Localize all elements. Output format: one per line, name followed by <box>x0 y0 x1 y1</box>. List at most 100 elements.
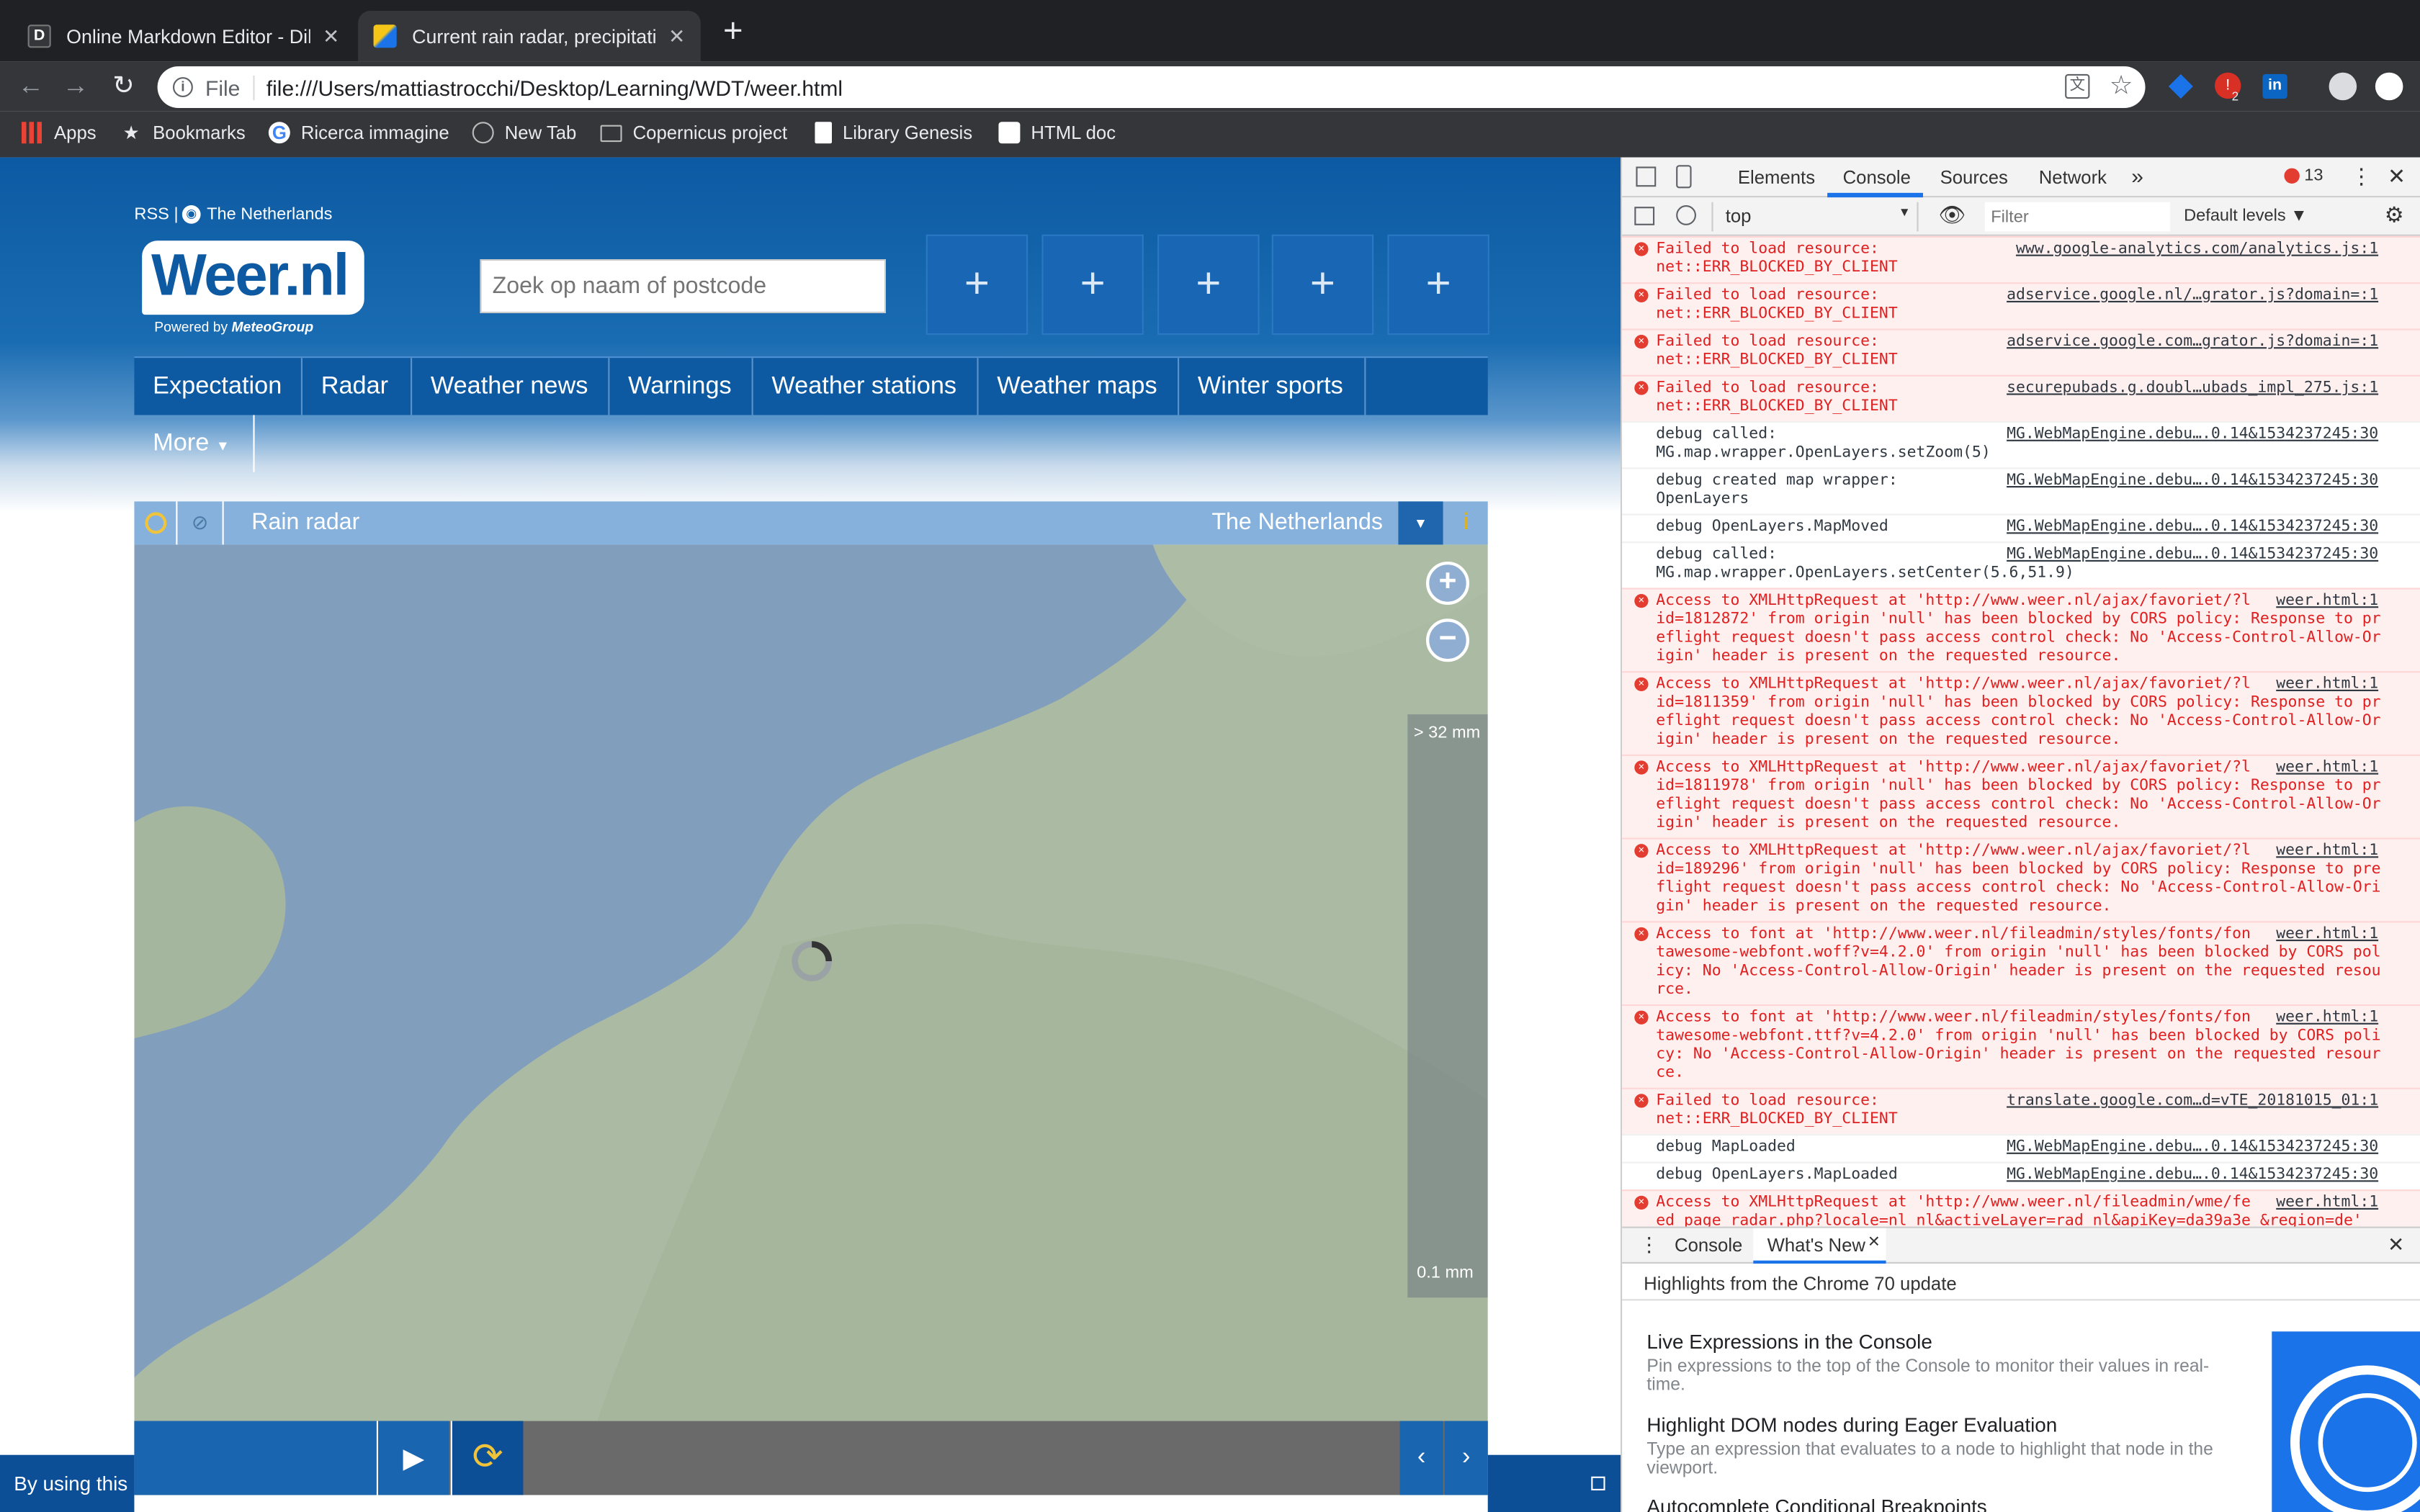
devtools-tab-network[interactable]: Network <box>2039 166 2107 188</box>
console-error-message[interactable]: × Access to XMLHttpRequest at 'http://www… <box>1622 754 2420 838</box>
location-search-input[interactable] <box>480 259 886 313</box>
bookmark-ricerca-immagine[interactable]: G Ricerca immagine <box>268 120 449 145</box>
console-source-link[interactable]: MG.WebMapEngine.debu….0.14&1534237245:30 <box>2007 426 2379 445</box>
close-devtools-icon[interactable]: ✕ <box>2388 163 2406 189</box>
console-source-link[interactable]: weer.html:1 <box>2276 592 2379 611</box>
weer-logo[interactable]: Weer.nl <box>142 240 364 315</box>
console-debug-message[interactable]: debug created map wrapper: OpenLayers MG.… <box>1622 467 2420 514</box>
console-source-link[interactable]: MG.WebMapEngine.debu….0.14&1534237245:30 <box>2007 546 2379 565</box>
console-source-link[interactable]: adservice.google.nl/…grator.js?domain=:1 <box>2007 287 2379 306</box>
tab-close-icon[interactable]: ✕ <box>323 24 339 48</box>
tab-rain-radar[interactable]: Current rain radar, precipitation ✕ <box>358 11 701 62</box>
console-error-message[interactable]: × Failed to load resource: net::ERR_BLOCK… <box>1622 235 2420 283</box>
close-drawer-icon[interactable]: ✕ <box>2388 1233 2404 1257</box>
console-source-link[interactable]: MG.WebMapEngine.debu….0.14&1534237245:30 <box>2007 518 2379 537</box>
console-settings-gear-icon[interactable]: ⚙ <box>2385 202 2404 228</box>
region-dropdown-button[interactable]: ▼ <box>1398 501 1443 545</box>
clear-console-icon[interactable] <box>1676 205 1696 225</box>
forward-icon[interactable]: → <box>58 71 92 102</box>
log-levels-select[interactable]: Default levels ▼ <box>2184 207 2307 225</box>
console-source-link[interactable]: weer.html:1 <box>2276 842 2379 861</box>
console-error-message[interactable]: × Access to font at 'http://www.weer.nl/f… <box>1622 921 2420 1004</box>
console-debug-message[interactable]: debug called: MG.map.wrapper.OpenLayers.… <box>1622 541 2420 588</box>
console-debug-message[interactable]: debug MapLoaded MG.WebMapEngine.debu….0.1… <box>1622 1134 2420 1162</box>
favorite-add-button[interactable]: + <box>1041 234 1144 335</box>
console-error-message[interactable]: × Access to font at 'http://www.weer.nl/f… <box>1622 1004 2420 1088</box>
bookmark-apps[interactable]: Apps <box>22 120 97 145</box>
bookmark-new-tab[interactable]: New Tab <box>472 120 576 145</box>
omnibox[interactable]: i File file:///Users/mattiastrocchi/Desk… <box>157 66 2146 108</box>
console-error-message[interactable]: × Access to XMLHttpRequest at 'http://www… <box>1622 837 2420 922</box>
console-source-link[interactable]: weer.html:1 <box>2276 759 2379 778</box>
console-source-link[interactable]: www.google-analytics.com/analytics.js:1 <box>2015 240 2379 259</box>
bookmark-library-genesis[interactable]: Library Genesis <box>815 120 972 145</box>
favorite-add-button[interactable]: + <box>926 234 1028 335</box>
nav-radar[interactable]: Radar <box>302 358 413 415</box>
bookmark-html-doc[interactable]: HTML doc <box>998 120 1116 145</box>
console-source-link[interactable]: weer.html:1 <box>2276 1009 2379 1028</box>
inspect-icon[interactable] <box>1636 166 1657 187</box>
prev-frame-button[interactable]: ‹ <box>1399 1421 1443 1495</box>
region-link[interactable]: The Netherlands <box>207 205 332 224</box>
info-icon[interactable]: i <box>173 77 193 97</box>
radar-map[interactable]: + − > 32 mm 0.1 mm <box>134 544 1488 1421</box>
address-url[interactable]: file:///Users/mattiastrocchi/Desktop/Lea… <box>266 75 843 99</box>
console-debug-message[interactable]: debug OpenLayers.MapLoaded MG.WebMapEngin… <box>1622 1161 2420 1190</box>
bookmark-bookmarks[interactable]: ★ Bookmarks <box>120 120 246 145</box>
console-error-message[interactable]: × Failed to load resource: net::ERR_BLOCK… <box>1622 282 2420 329</box>
console-source-link[interactable]: weer.html:1 <box>2276 925 2379 945</box>
bookmark-star-icon[interactable]: ☆ <box>2110 71 2133 102</box>
tab-close-icon[interactable]: ✕ <box>668 24 685 48</box>
console-debug-message[interactable]: debug OpenLayers.MapMoved MG.WebMapEngine… <box>1622 513 2420 542</box>
nav-weather-maps[interactable]: Weather maps <box>979 358 1180 415</box>
back-icon[interactable]: ← <box>14 71 48 102</box>
zoom-out-button[interactable]: − <box>1425 618 1469 662</box>
satellite-button[interactable]: ⊘ <box>177 501 224 545</box>
close-tab-icon[interactable]: ✕ <box>1868 1234 1881 1251</box>
console-source-link[interactable]: MG.WebMapEngine.debu….0.14&1534237245:30 <box>2007 472 2379 491</box>
new-tab-button[interactable]: + <box>717 13 748 47</box>
favorite-add-button[interactable]: + <box>1387 234 1489 335</box>
menu-icon[interactable] <box>2375 72 2403 101</box>
cookie-close-icon[interactable] <box>1591 1476 1605 1490</box>
devtools-tab-console[interactable]: Console <box>1843 166 1911 188</box>
bookmark-copernicus-project[interactable]: Copernicus project <box>600 120 787 145</box>
nav-weather-stations[interactable]: Weather stations <box>753 358 979 415</box>
favorite-add-button[interactable]: + <box>1157 234 1260 335</box>
nav-weather-news[interactable]: Weather news <box>412 358 610 415</box>
console-source-link[interactable]: adservice.google.com…grator.js?domain=:1 <box>2007 333 2379 352</box>
zoom-in-button[interactable]: + <box>1425 562 1469 605</box>
linkedin-icon[interactable]: in <box>2262 73 2287 99</box>
console-source-link[interactable]: weer.html:1 <box>2276 1194 2379 1213</box>
error-count[interactable]: 13 <box>2304 166 2323 185</box>
nav-warnings[interactable]: Warnings <box>609 358 753 415</box>
whats-new-item-title[interactable]: Live Expressions in the Console <box>1646 1330 1932 1353</box>
kebab-menu-icon[interactable]: ⋮ <box>2351 163 2372 189</box>
more-tabs-icon[interactable]: » <box>2131 163 2143 188</box>
live-expression-eye-icon[interactable]: 👁 <box>1938 202 1966 228</box>
nav-expectation[interactable]: Expectation <box>134 358 302 415</box>
console-error-message[interactable]: × Access to XMLHttpRequest at 'http://www… <box>1622 671 2420 755</box>
play-button[interactable]: ▶ <box>376 1421 449 1495</box>
drawer-menu-icon[interactable]: ⋮ <box>1639 1233 1659 1257</box>
console-filter-input[interactable] <box>1984 202 2170 232</box>
drawer-tab-console[interactable]: Console <box>1675 1234 1742 1256</box>
console-source-link[interactable]: MG.WebMapEngine.debu….0.14&1534237245:30 <box>2007 1166 2379 1185</box>
profile-avatar[interactable] <box>2329 72 2357 101</box>
whats-new-item-title[interactable]: Highlight DOM nodes during Eager Evaluat… <box>1646 1413 2057 1436</box>
favorite-add-button[interactable]: + <box>1271 234 1374 335</box>
console-source-link[interactable]: MG.WebMapEngine.debu….0.14&1534237245:30 <box>2007 1138 2379 1158</box>
device-toolbar-icon[interactable] <box>1676 165 1692 189</box>
drawer-tab-whats-new[interactable]: What's New ✕ <box>1753 1228 1886 1264</box>
tab-dillinger[interactable]: D Online Markdown Editor - Dillinger ✕ <box>12 11 355 62</box>
console-error-message[interactable]: × Access to XMLHttpRequest at 'http://www… <box>1622 588 2420 672</box>
console-error-message[interactable]: × Failed to load resource: net::ERR_BLOCK… <box>1622 328 2420 375</box>
whats-new-item-title[interactable]: Autocomplete Conditional Breakpoints <box>1646 1495 1986 1512</box>
next-frame-button[interactable]: › <box>1444 1421 1488 1495</box>
clock-button[interactable] <box>134 501 178 545</box>
console-error-message[interactable]: × Failed to load resource: net::ERR_BLOCK… <box>1622 374 2420 421</box>
rss-link[interactable]: RSS | <box>134 205 178 224</box>
console-source-link[interactable]: securepubads.g.doubl…ubads_impl_275.js:1 <box>2007 379 2379 398</box>
context-select[interactable]: top ▼ <box>1711 202 1919 232</box>
devtools-tab-sources[interactable]: Sources <box>1940 166 2008 188</box>
